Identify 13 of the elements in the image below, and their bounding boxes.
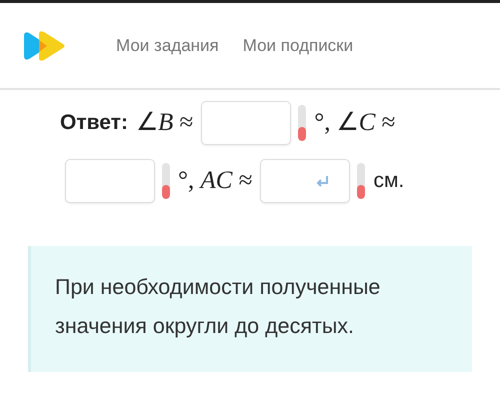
answer-field[interactable] — [201, 101, 292, 145]
logo-icon[interactable] — [22, 30, 66, 62]
math-expression: °, ∠C ≈ — [314, 108, 396, 138]
answer-label: Ответ: — [60, 110, 128, 136]
answer-field[interactable] — [65, 159, 155, 203]
nav-link[interactable]: Мои задания — [116, 32, 219, 58]
enter-icon — [315, 174, 330, 188]
math-expression: ∠B ≈ — [136, 108, 194, 138]
nav-link[interactable]: Мои подписки — [242, 32, 354, 58]
hint-text: При необходимости полученные значения округли до десятых. — [55, 274, 382, 340]
answer-field[interactable] — [260, 159, 350, 203]
unit-label: см. — [373, 168, 404, 194]
math-expression: °, AC ≈ — [178, 166, 252, 196]
